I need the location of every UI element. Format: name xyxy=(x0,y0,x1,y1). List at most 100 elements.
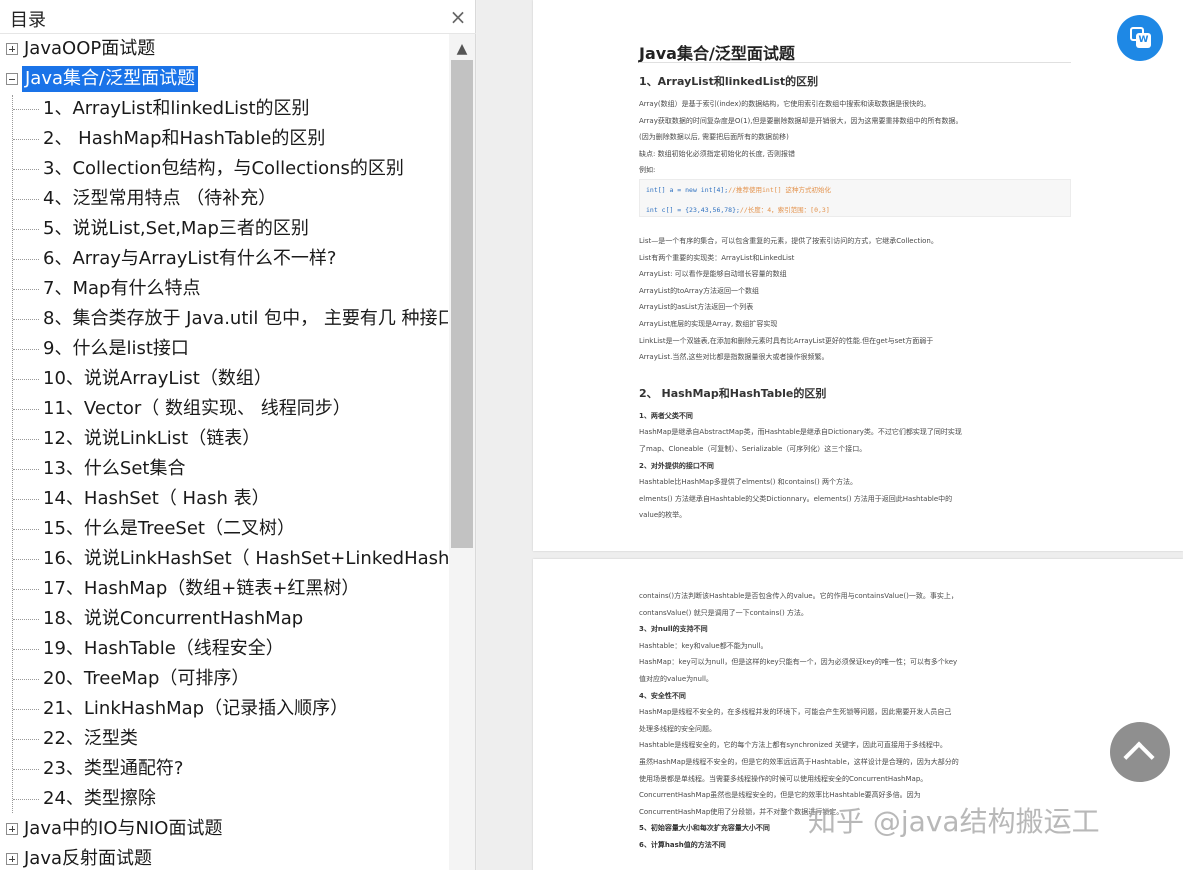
toc-item-label: 10、说说ArrayList（数组） xyxy=(43,368,272,389)
bold-paragraph: 1、两者父类不同 xyxy=(639,411,693,420)
toc-item[interactable]: 15、什么是TreeSet（二叉树） xyxy=(0,514,448,544)
toc-item[interactable]: 3、Collection包结构，与Collections的区别 xyxy=(0,154,448,184)
code-text: int c[] = {23,43,56,78}; xyxy=(646,206,740,214)
scroll-thumb[interactable] xyxy=(451,60,473,548)
bold-paragraph: 6、计算hash值的方法不同 xyxy=(639,841,726,849)
toc-item-label: 7、Map有什么特点 xyxy=(43,278,201,299)
expand-icon[interactable] xyxy=(6,43,18,55)
toc-item-label: 24、类型擦除 xyxy=(43,788,156,809)
paragraph: (因为删除数据以后, 需要把后面所有的数据前移) xyxy=(639,133,789,142)
paragraph: Hashtable是线程安全的，它的每个方法上都有synchronized 关键… xyxy=(639,741,947,750)
toc-item[interactable]: 1、ArrayList和linkedList的区别 xyxy=(0,94,448,124)
code-text: int[] a = new int[4]; xyxy=(646,186,729,194)
toc-item-label: 18、说说ConcurrentHashMap xyxy=(43,608,304,629)
toc-item[interactable]: 4、泛型常用特点 （待补充） xyxy=(0,184,448,214)
toc-section[interactable]: Java反射面试题 xyxy=(0,844,448,870)
toc-item-label: 23、类型通配符? xyxy=(43,758,184,779)
toc-item-label: 15、什么是TreeSet（二叉树） xyxy=(43,518,295,539)
title-divider xyxy=(639,62,1071,63)
toc-item[interactable]: 12、说说LinkList（链表） xyxy=(0,424,448,454)
collapse-icon[interactable] xyxy=(6,73,18,85)
paragraph: LinkList是一个双链表,在添加和删除元素时具有比ArrayList更好的性… xyxy=(639,336,934,345)
toc-item-label: 1、ArrayList和linkedList的区别 xyxy=(43,98,310,119)
toc-item-label: 8、集合类存放于 Java.util 包中， 主要有几 种接口 xyxy=(43,308,448,329)
bold-paragraph: 2、对外提供的接口不同 xyxy=(639,461,714,470)
paragraph: 缺点: 数组初始化必须指定初始化的长度, 否则报错 xyxy=(639,149,796,158)
toc-item[interactable]: 13、什么Set集合 xyxy=(0,454,448,484)
paragraph: ConcurrentHashMap虽然也是线程安全的，但是它的效率比Hashta… xyxy=(639,791,921,800)
badge-letter: W xyxy=(1136,33,1151,48)
toc-item-label: Java中的IO与NIO面试题 xyxy=(24,818,223,839)
document-page-1: Java集合/泛型面试题 int[] a = new int[4];//推荐使用… xyxy=(533,0,1183,551)
toc-item[interactable]: 16、说说LinkHashSet（ HashSet+LinkedHashMap） xyxy=(0,544,448,574)
paragraph: 值对应的value为null。 xyxy=(639,675,713,683)
toc-item-label: 22、泛型类 xyxy=(43,728,138,749)
toc-item-label: 2、 HashMap和HashTable的区别 xyxy=(43,128,326,149)
expand-icon[interactable] xyxy=(6,823,18,835)
paragraph: List—是一个有序的集合，可以包含重复的元素，提供了按索引访问的方式，它继承C… xyxy=(639,237,938,245)
expand-icon[interactable] xyxy=(6,853,18,865)
toc-item[interactable]: 10、说说ArrayList（数组） xyxy=(0,364,448,394)
paragraph: Hashtable比HashMap多提供了elments() 和contains… xyxy=(639,478,857,487)
toc-item[interactable]: 24、类型擦除 xyxy=(0,784,448,814)
toc-item-label: 9、什么是list接口 xyxy=(43,338,189,359)
toc-panel: 目录 × JavaOOP面试题 Java集合/泛型面试题 1、ArrayList和l… xyxy=(0,0,476,870)
code-line-1: int[] a = new int[4];//推荐使用int[] 这种方式初始化 xyxy=(646,184,831,194)
toc-item[interactable]: 21、LinkHashMap（记录插入顺序） xyxy=(0,694,448,724)
back-to-top-button[interactable] xyxy=(1110,722,1170,782)
toc-item[interactable]: 20、TreeMap（可排序） xyxy=(0,664,448,694)
toc-item[interactable]: 22、泛型类 xyxy=(0,724,448,754)
paragraph: value的枚举。 xyxy=(639,511,687,520)
paragraph: Array(数组）是基于索引(index)的数据结构，它使用索引在数组中搜索和读… xyxy=(639,100,931,108)
code-block: int[] a = new int[4];//推荐使用int[] 这种方式初始化… xyxy=(639,179,1071,217)
toc-item-label: Java反射面试题 xyxy=(24,848,153,869)
toc-item[interactable]: 6、Array与ArrayList有什么不一样? xyxy=(0,244,448,274)
paragraph: 例如: xyxy=(639,166,656,175)
toc-section[interactable]: JavaOOP面试题 xyxy=(0,34,448,64)
toc-item[interactable]: 11、Vector（ 数组实现、 线程同步） xyxy=(0,394,448,424)
toc-item-label: 13、什么Set集合 xyxy=(43,458,186,479)
bold-paragraph: 3、对null的支持不同 xyxy=(639,625,708,634)
close-icon[interactable]: × xyxy=(446,5,470,29)
section-heading: 1、ArrayList和linkedList的区别 xyxy=(639,75,819,88)
page-title: Java集合/泛型面试题 xyxy=(639,44,795,63)
toc-item[interactable]: 19、HashTable（线程安全） xyxy=(0,634,448,664)
toc-item-label: 6、Array与ArrayList有什么不一样? xyxy=(43,248,337,269)
paragraph: HashMap是继承自AbstractMap类，而Hashtable是继承自Di… xyxy=(639,428,962,437)
toc-item-label: 17、HashMap（数组+链表+红黑树） xyxy=(43,578,360,599)
toc-item[interactable]: 23、类型通配符? xyxy=(0,754,448,784)
toc-item[interactable]: 5、说说List,Set,Map三者的区别 xyxy=(0,214,448,244)
toc-item-label: 4、泛型常用特点 （待补充） xyxy=(43,188,277,209)
toc-item-label: Java集合/泛型面试题 xyxy=(22,66,199,92)
section-heading: 2、 HashMap和HashTable的区别 xyxy=(639,386,827,400)
document-view[interactable]: Java集合/泛型面试题 int[] a = new int[4];//推荐使用… xyxy=(477,0,1183,870)
paragraph: 处理多线程的安全问题。 xyxy=(639,724,716,733)
paragraph: 虽然HashMap是线程不安全的，但是它的效率远远高于Hashtable，这样设… xyxy=(639,758,959,766)
toc-item-label: 19、HashTable（线程安全） xyxy=(43,638,284,659)
code-line-2: int c[] = {23,43,56,78};//长度：4，索引范围：[0,3… xyxy=(646,204,830,214)
toc-item[interactable]: 7、Map有什么特点 xyxy=(0,274,448,304)
toc-tree: JavaOOP面试题 Java集合/泛型面试题 1、ArrayList和linked… xyxy=(0,34,448,870)
toc-item-label: 21、LinkHashMap（记录插入顺序） xyxy=(43,698,349,719)
paragraph: ArrayList.当然,这些对比都是指数据量很大或者操作很频繁。 xyxy=(639,353,829,362)
paragraph: Array获取数据的时间复杂度是O(1),但是要删除数据却是开销很大，因为这需要… xyxy=(639,116,963,125)
toc-scrollbar[interactable]: ▲ xyxy=(449,34,475,870)
toc-section[interactable]: Java集合/泛型面试题 xyxy=(0,64,448,94)
toc-item[interactable]: 17、HashMap（数组+链表+红黑树） xyxy=(0,574,448,604)
paragraph: contansValue() 就只是调用了一下contains() 方法。 xyxy=(639,608,808,617)
toc-item[interactable]: 8、集合类存放于 Java.util 包中， 主要有几 种接口 xyxy=(0,304,448,334)
paragraph: ArrayList底层的实现是Array, 数组扩容实现 xyxy=(639,320,778,328)
scroll-up-icon[interactable]: ▲ xyxy=(449,38,475,60)
toc-item[interactable]: 18、说说ConcurrentHashMap xyxy=(0,604,448,634)
toc-item-label: 12、说说LinkList（链表） xyxy=(43,428,261,449)
paragraph: ArrayList: 可以看作是能够自动增长容量的数组 xyxy=(639,270,787,279)
toc-section[interactable]: Java中的IO与NIO面试题 xyxy=(0,814,448,844)
wps-word-icon[interactable]: W xyxy=(1117,15,1163,61)
toc-item[interactable]: 9、什么是list接口 xyxy=(0,334,448,364)
paragraph: HashMap：key可以为null，但是这样的key只能有一个，因为必须保证k… xyxy=(639,658,958,667)
paragraph: Hashtable：key和value都不能为null。 xyxy=(639,641,768,650)
toc-item-label: 11、Vector（ 数组实现、 线程同步） xyxy=(43,398,351,419)
toc-item[interactable]: 14、HashSet（ Hash 表） xyxy=(0,484,448,514)
toc-item[interactable]: 2、 HashMap和HashTable的区别 xyxy=(0,124,448,154)
toc-header: 目录 × xyxy=(0,0,476,34)
